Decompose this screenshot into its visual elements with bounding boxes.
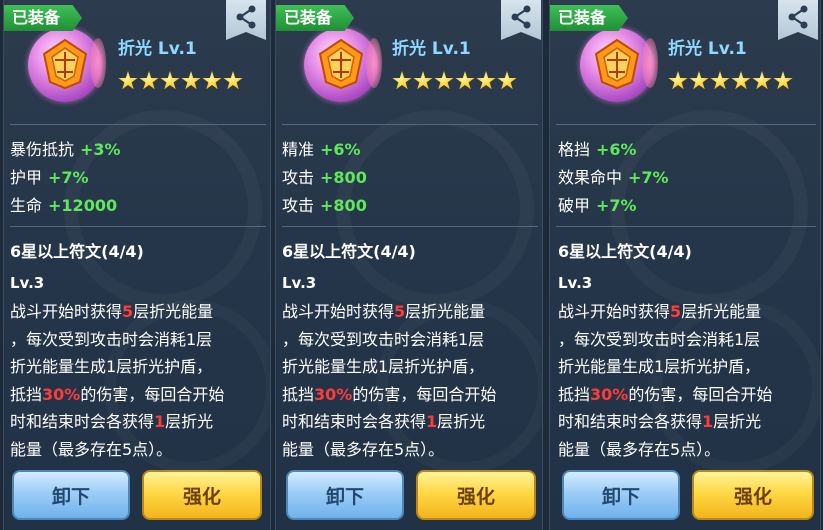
divider — [10, 124, 266, 125]
rune-name: 折光 Lv.1 — [668, 39, 747, 59]
attribute-label: 生命 — [10, 196, 43, 215]
attribute-value: +3% — [80, 140, 121, 159]
enhance-button[interactable]: 强化 — [416, 470, 536, 520]
star-icon — [392, 71, 412, 90]
set-bonus-description: 战斗开始时获得5层折光能量 ，每次受到攻击时会消耗1层 折光能量生成1层折光护盾… — [10, 302, 225, 459]
attribute-label: 格挡 — [558, 140, 591, 159]
attribute-label: 暴伤抵抗 — [10, 140, 75, 159]
star-icon — [689, 71, 709, 90]
attribute-label: 精准 — [282, 140, 315, 159]
equipped-badge: 已装备 — [4, 5, 83, 31]
attribute-row: 生命 +12000 — [10, 192, 121, 220]
share-icon — [511, 5, 531, 29]
star-icon — [773, 71, 793, 90]
enhance-button[interactable]: 强化 — [692, 470, 814, 520]
star-icon — [710, 71, 730, 90]
attribute-label: 效果命中 — [558, 168, 623, 187]
set-bonus-description: 战斗开始时获得5层折光能量 ，每次受到攻击时会消耗1层 折光能量生成1层折光护盾… — [558, 302, 773, 459]
attribute-value: +7% — [48, 168, 89, 187]
share-button[interactable] — [226, 0, 266, 40]
attribute-value: +7% — [628, 168, 669, 187]
attribute-value: +800 — [320, 168, 367, 187]
star-icon — [434, 71, 454, 90]
unequip-button[interactable]: 卸下 — [12, 470, 130, 520]
divider — [556, 226, 816, 227]
share-button[interactable] — [501, 0, 541, 40]
enhance-button[interactable]: 强化 — [142, 470, 262, 520]
attribute-label: 护甲 — [10, 168, 43, 187]
star-rating — [118, 71, 244, 95]
refraction-rune-icon — [580, 28, 658, 102]
rune-card-3: 已装备 折光 Lv.1 格挡 +6% 效果命中 +7% 破甲 +7% 6星以上符文(4… — [549, 0, 821, 530]
set-bonus-level: Lv.3 — [558, 274, 593, 292]
equipped-badge: 已装备 — [276, 5, 355, 31]
divider — [556, 124, 816, 125]
attribute-list: 精准 +6% 攻击 +800 攻击 +800 — [282, 136, 367, 220]
equipped-badge: 已装备 — [550, 5, 629, 31]
set-bonus-title: 6星以上符文(4/4) — [558, 242, 692, 261]
attribute-value: +7% — [596, 196, 637, 215]
attribute-row: 效果命中 +7% — [558, 164, 669, 192]
rune-card-1: 已装备 折光 Lv.1 暴伤抵抗 +3% 护甲 +7% 生命 +12000 6星以上符… — [3, 0, 271, 530]
attribute-row: 格挡 +6% — [558, 136, 669, 164]
star-icon — [223, 71, 243, 90]
attribute-list: 格挡 +6% 效果命中 +7% 破甲 +7% — [558, 136, 669, 220]
star-icon — [731, 71, 751, 90]
attribute-value: +800 — [320, 196, 367, 215]
attribute-value: +6% — [596, 140, 637, 159]
unequip-button[interactable]: 卸下 — [286, 470, 404, 520]
star-icon — [668, 71, 688, 90]
rune-name: 折光 Lv.1 — [392, 39, 471, 59]
share-icon — [236, 5, 256, 29]
rune-name: 折光 Lv.1 — [118, 39, 197, 59]
attribute-label: 攻击 — [282, 196, 315, 215]
refraction-rune-icon — [28, 28, 106, 102]
rune-compare-screen: 已装备 折光 Lv.1 暴伤抵抗 +3% 护甲 +7% 生命 +12000 6星以上符… — [0, 0, 823, 530]
attribute-list: 暴伤抵抗 +3% 护甲 +7% 生命 +12000 — [10, 136, 121, 220]
star-icon — [181, 71, 201, 90]
attribute-row: 破甲 +7% — [558, 192, 669, 220]
set-bonus-description: 战斗开始时获得5层折光能量 ，每次受到攻击时会消耗1层 折光能量生成1层折光护盾… — [282, 302, 497, 459]
star-icon — [497, 71, 517, 90]
star-icon — [139, 71, 159, 90]
star-icon — [160, 71, 180, 90]
attribute-row: 护甲 +7% — [10, 164, 121, 192]
star-icon — [202, 71, 222, 90]
star-icon — [455, 71, 475, 90]
attribute-row: 攻击 +800 — [282, 192, 367, 220]
set-bonus-level: Lv.3 — [282, 274, 317, 292]
set-bonus-title: 6星以上符文(4/4) — [282, 242, 416, 261]
star-rating — [668, 71, 794, 95]
star-rating — [392, 71, 518, 95]
divider — [10, 226, 266, 227]
rune-card-2: 已装备 折光 Lv.1 精准 +6% 攻击 +800 攻击 +800 6星以上符文(4… — [275, 0, 543, 530]
star-icon — [476, 71, 496, 90]
star-icon — [118, 71, 138, 90]
set-bonus-level: Lv.3 — [10, 274, 45, 292]
star-icon — [752, 71, 772, 90]
attribute-value: +6% — [320, 140, 361, 159]
divider — [282, 226, 538, 227]
share-icon — [788, 5, 808, 29]
star-icon — [413, 71, 433, 90]
attribute-label: 破甲 — [558, 196, 591, 215]
share-button[interactable] — [778, 0, 818, 40]
attribute-row: 精准 +6% — [282, 136, 367, 164]
refraction-rune-icon — [304, 28, 382, 102]
set-bonus-title: 6星以上符文(4/4) — [10, 242, 144, 261]
attribute-row: 暴伤抵抗 +3% — [10, 136, 121, 164]
attribute-value: +12000 — [48, 196, 118, 215]
attribute-row: 攻击 +800 — [282, 164, 367, 192]
unequip-button[interactable]: 卸下 — [562, 470, 680, 520]
attribute-label: 攻击 — [282, 168, 315, 187]
divider — [282, 124, 538, 125]
